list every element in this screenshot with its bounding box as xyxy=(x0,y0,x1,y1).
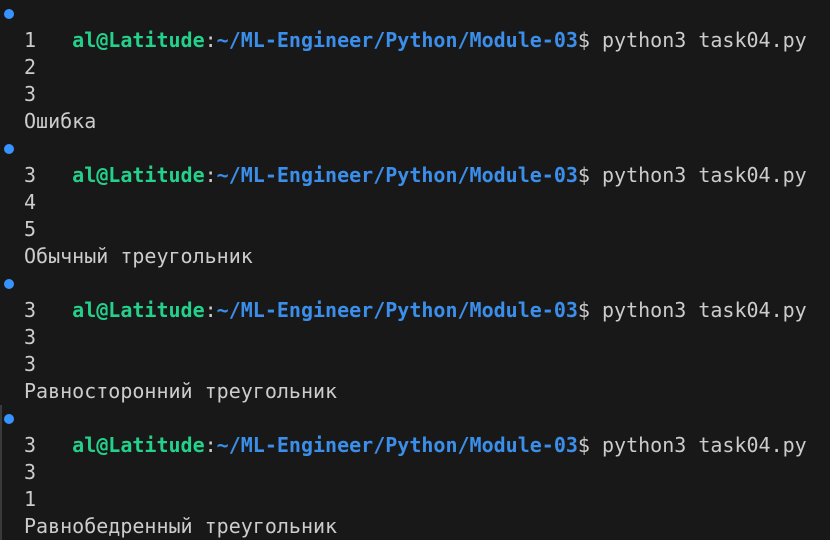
output-line: Равнобедренный треугольник xyxy=(24,514,338,538)
output-line: 3 xyxy=(24,325,37,349)
output-line: 2 xyxy=(24,55,37,79)
prompt-line: al@Latitude:~/ML-Engineer/Python/Module-… xyxy=(0,270,830,322)
prompt-line: al@Latitude:~/ML-Engineer/Python/Module-… xyxy=(0,0,830,52)
output-line: Равносторонний треугольник xyxy=(24,379,338,403)
output-line: 3 xyxy=(24,433,37,457)
output-line: Ошибка xyxy=(24,109,97,133)
output-line: 3 xyxy=(24,460,37,484)
prompt-line: al@Latitude:~/ML-Engineer/Python/Module-… xyxy=(0,135,830,187)
output-line: 3 xyxy=(24,298,37,322)
command-decoration-dot-icon[interactable] xyxy=(4,414,14,424)
output-line: 3 xyxy=(24,82,37,106)
output-line: 3 xyxy=(24,163,37,187)
command-decoration-dot-icon[interactable] xyxy=(4,279,14,289)
output-line: 5 xyxy=(24,217,37,241)
prompt-line: al@Latitude:~/ML-Engineer/Python/Module-… xyxy=(0,405,830,457)
output-line: 3 xyxy=(24,352,37,376)
output-line: 1 xyxy=(24,487,37,511)
command-decoration-dot-icon[interactable] xyxy=(4,144,14,154)
command-decoration-dot-icon[interactable] xyxy=(4,9,14,19)
output-line: Обычный треугольник xyxy=(24,244,253,268)
terminal-window[interactable]: al@Latitude:~/ML-Engineer/Python/Module-… xyxy=(0,0,830,540)
output-line: 1 xyxy=(24,28,37,52)
output-line: 4 xyxy=(24,190,37,214)
